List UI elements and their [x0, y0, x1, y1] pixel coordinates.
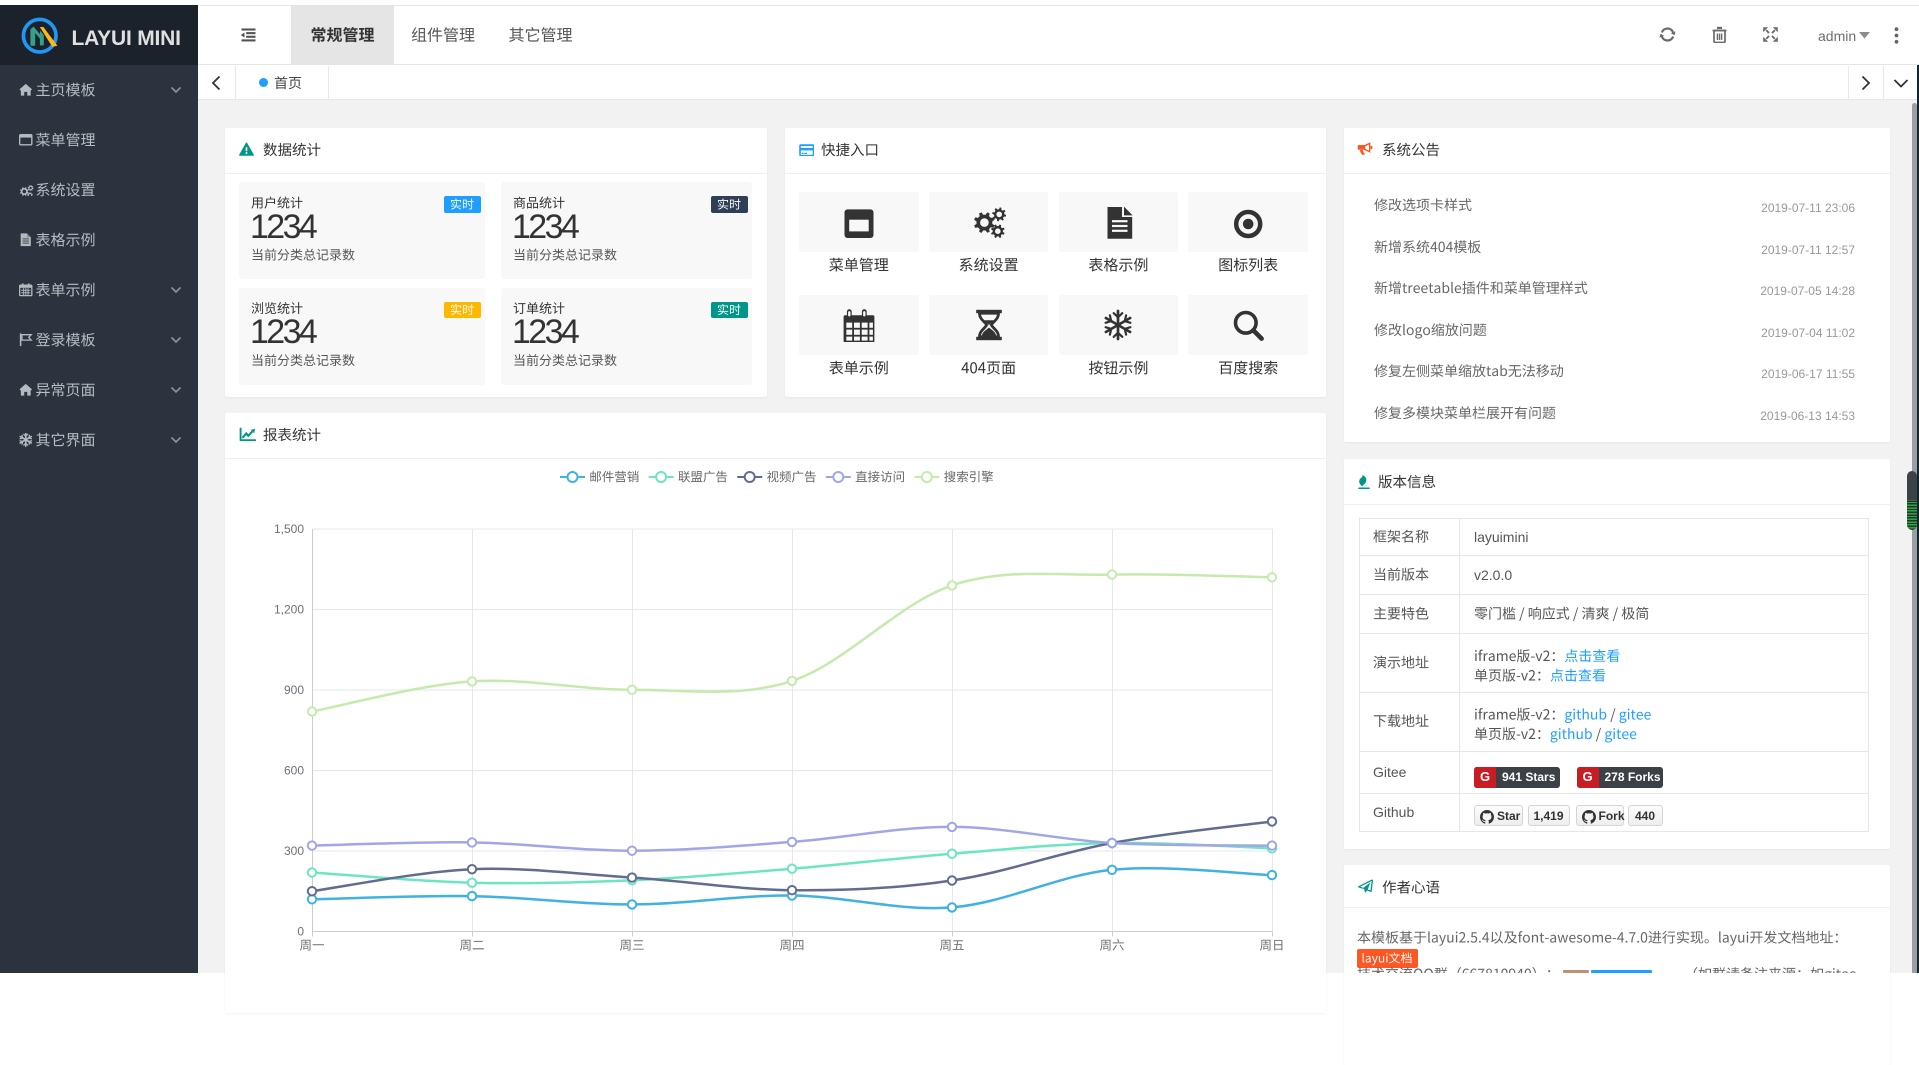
svg-text:900: 900 [284, 683, 304, 697]
svg-text:1,200: 1,200 [274, 603, 304, 617]
svg-text:1,500: 1,500 [274, 522, 304, 536]
svg-text:0: 0 [297, 925, 304, 939]
svg-text:300: 300 [284, 844, 304, 858]
svg-text:600: 600 [284, 764, 304, 778]
